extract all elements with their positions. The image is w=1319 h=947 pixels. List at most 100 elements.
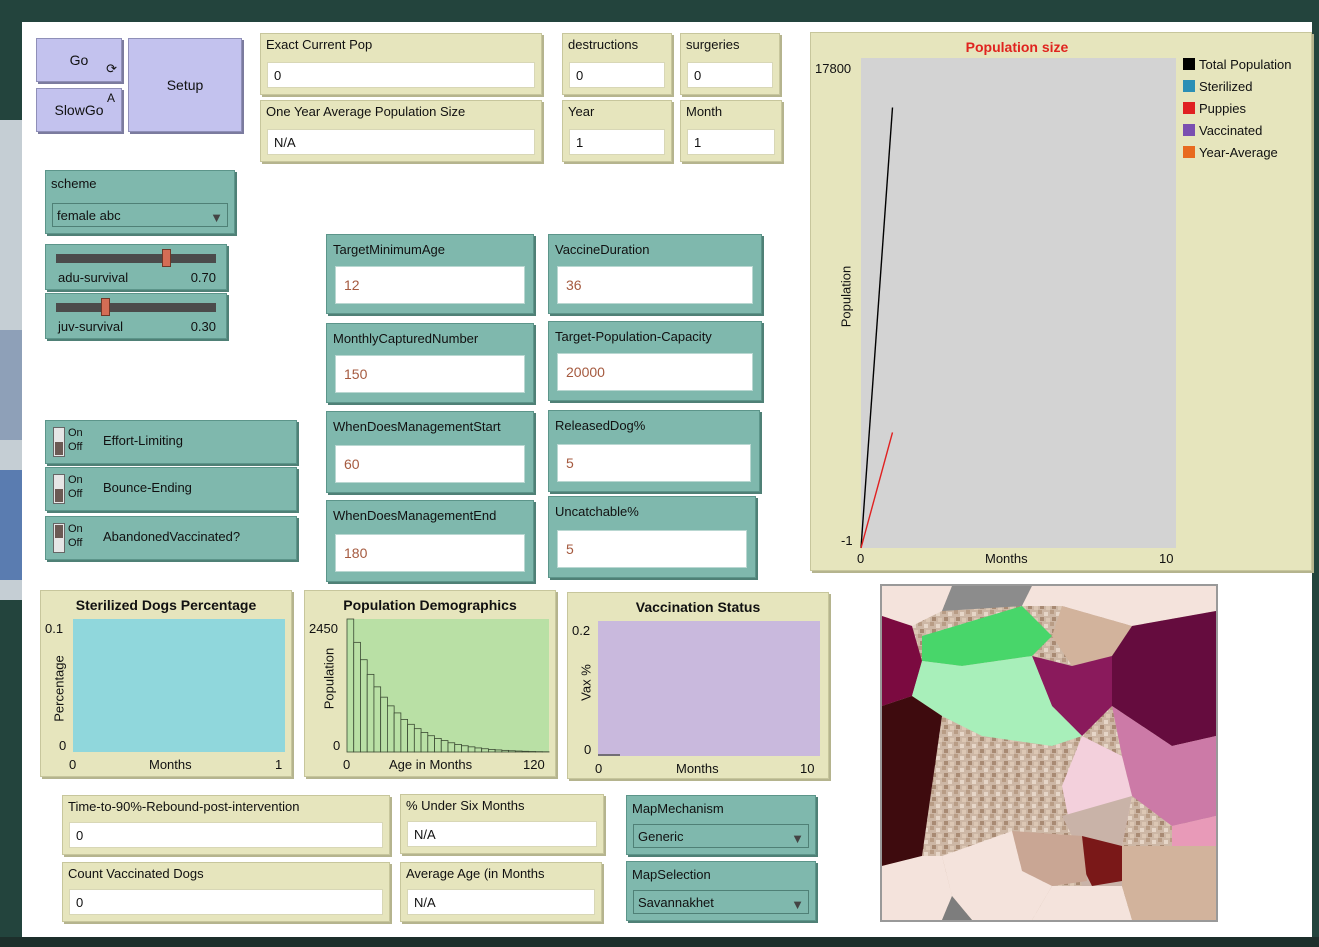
histogram-bar xyxy=(434,738,442,753)
switch-bounce-ending[interactable]: On Off Bounce-Ending xyxy=(45,467,297,511)
x-max-tick: 10 xyxy=(1159,551,1174,566)
slider-value: 0.70 xyxy=(190,270,216,285)
monitor-label: Month xyxy=(686,104,723,119)
histogram-bar xyxy=(427,735,435,753)
dropdown-arrow-icon: ▼ xyxy=(210,210,223,225)
monitor-label: Time-to-90%-Rebound-post-intervention xyxy=(68,799,300,814)
monitor-under-six-months: % Under Six Months N/A xyxy=(400,794,604,854)
monitor-label: % Under Six Months xyxy=(406,798,525,813)
slider-thumb[interactable] xyxy=(101,298,111,316)
monitor-surgeries: surgeries 0 xyxy=(680,33,780,95)
histogram-bar xyxy=(487,748,496,753)
slider-thumb[interactable] xyxy=(161,249,171,267)
monitor-label: One Year Average Population Size xyxy=(266,104,466,119)
input-value[interactable]: 150 xyxy=(335,355,525,393)
input-management-end[interactable]: WhenDoesManagementEnd 180 xyxy=(326,500,534,582)
input-value[interactable]: 36 xyxy=(557,266,753,304)
x-axis-label: Age in Months xyxy=(389,757,473,772)
histogram-bar xyxy=(346,618,355,753)
map-mechanism-chooser[interactable]: MapMechanism Generic ▼ xyxy=(626,795,816,855)
x-max-tick: 1 xyxy=(275,757,283,772)
window-frame-right xyxy=(1312,0,1319,947)
map-region-svg xyxy=(882,586,1216,920)
y-axis-label: Population xyxy=(838,265,854,328)
switch-abandoned-vaccinated[interactable]: On Off AbandonedVaccinated? xyxy=(45,516,297,560)
map-selection-chooser[interactable]: MapSelection Savannakhet ▼ xyxy=(626,861,816,921)
input-value[interactable]: 60 xyxy=(335,445,525,483)
toggle-icon[interactable] xyxy=(53,427,65,457)
chooser-selected-value[interactable]: Savannakhet ▼ xyxy=(633,890,809,914)
toggle-icon[interactable] xyxy=(53,523,65,553)
slider-track xyxy=(56,254,216,263)
x-min-tick: 0 xyxy=(69,757,77,772)
scheme-chooser[interactable]: scheme female abc ▼ xyxy=(45,170,235,234)
toggle-icon[interactable] xyxy=(53,474,65,504)
input-vaccine-duration[interactable]: VaccineDuration 36 xyxy=(548,234,762,314)
histogram-bar xyxy=(400,719,409,753)
population-size-plot: Population size 17800 -1 0 10 Months Pop… xyxy=(810,32,1312,571)
chooser-label: scheme xyxy=(51,176,97,191)
switch-onoff-text: On Off xyxy=(68,474,83,500)
input-target-minimum-age[interactable]: TargetMinimumAge 12 xyxy=(326,234,534,314)
input-value[interactable]: 12 xyxy=(335,266,525,304)
monitor-label: Count Vaccinated Dogs xyxy=(68,866,204,881)
monitor-value: N/A xyxy=(267,129,535,155)
input-value[interactable]: 180 xyxy=(335,534,525,572)
go-button[interactable]: Go ⟳ xyxy=(36,38,122,82)
input-monthly-captured-number[interactable]: MonthlyCapturedNumber 150 xyxy=(326,323,534,403)
legend-swatch xyxy=(1183,146,1195,158)
x-axis-label: Months xyxy=(149,757,192,772)
histogram-bar xyxy=(420,732,429,753)
vaccination-svg xyxy=(598,621,820,756)
histogram-bar xyxy=(413,728,422,753)
histogram-bar xyxy=(360,659,368,753)
window-frame-bottom xyxy=(0,937,1319,947)
histogram-bar xyxy=(467,746,476,753)
adu-survival-slider[interactable]: adu-survival 0.70 xyxy=(45,244,227,290)
monitor-value: 1 xyxy=(687,129,775,155)
chooser-value-text: Savannakhet xyxy=(638,895,714,910)
monitor-value: 0 xyxy=(69,822,383,848)
switch-effort-limiting[interactable]: On Off Effort-Limiting xyxy=(45,420,297,464)
y-min-tick: -1 xyxy=(841,533,853,548)
x-min-tick: 0 xyxy=(857,551,865,566)
monitor-one-year-average: One Year Average Population Size N/A xyxy=(260,100,542,162)
histogram-bar xyxy=(447,742,456,753)
slowgo-button-label: SlowGo xyxy=(54,102,104,118)
input-value[interactable]: 5 xyxy=(557,530,747,568)
chooser-selected-value[interactable]: female abc ▼ xyxy=(52,203,228,227)
histogram-bar xyxy=(494,749,503,753)
histogram-bar xyxy=(501,749,510,753)
histogram-bar xyxy=(440,740,449,753)
go-button-label: Go xyxy=(69,52,89,68)
y-min-tick: 0 xyxy=(59,738,67,753)
juv-survival-slider[interactable]: juv-survival 0.30 xyxy=(45,293,227,339)
y-min-tick: 0 xyxy=(333,738,341,753)
input-label: WhenDoesManagementEnd xyxy=(333,508,497,523)
monitor-label: destructions xyxy=(568,37,639,52)
background-strip-dark xyxy=(0,330,22,440)
legend-vaccinated: Vaccinated xyxy=(1183,123,1262,138)
y-axis-label: Vax % xyxy=(578,664,594,701)
setup-button[interactable]: Setup xyxy=(128,38,242,132)
input-value[interactable]: 20000 xyxy=(557,353,753,391)
sterilized-percentage-plot: Sterilized Dogs Percentage 0.1 0 0 1 Mon… xyxy=(40,590,292,777)
vaccination-status-plot: Vaccination Status 0.2 0 0 10 Months Vax… xyxy=(567,592,829,779)
input-uncatchable[interactable]: Uncatchable% 5 xyxy=(548,496,756,578)
world-view-map[interactable] xyxy=(880,584,1218,922)
monitor-time-to-rebound: Time-to-90%-Rebound-post-intervention 0 xyxy=(62,795,390,855)
demographics-svg xyxy=(346,618,550,753)
slowgo-button[interactable]: SlowGo A xyxy=(36,88,122,132)
chooser-selected-value[interactable]: Generic ▼ xyxy=(633,824,809,848)
plot-area-fill xyxy=(598,621,820,756)
switch-onoff-text: On Off xyxy=(68,523,83,549)
input-label: ReleasedDog% xyxy=(555,418,646,433)
monitor-destructions: destructions 0 xyxy=(562,33,672,95)
input-target-population-capacity[interactable]: Target-Population-Capacity 20000 xyxy=(548,321,762,401)
monitor-value: 0 xyxy=(687,62,773,88)
window-frame-top xyxy=(0,0,1319,22)
input-released-dog[interactable]: ReleasedDog% 5 xyxy=(548,410,760,492)
chooser-value-text: Generic xyxy=(638,829,684,844)
input-management-start[interactable]: WhenDoesManagementStart 60 xyxy=(326,411,534,493)
input-value[interactable]: 5 xyxy=(557,444,751,482)
